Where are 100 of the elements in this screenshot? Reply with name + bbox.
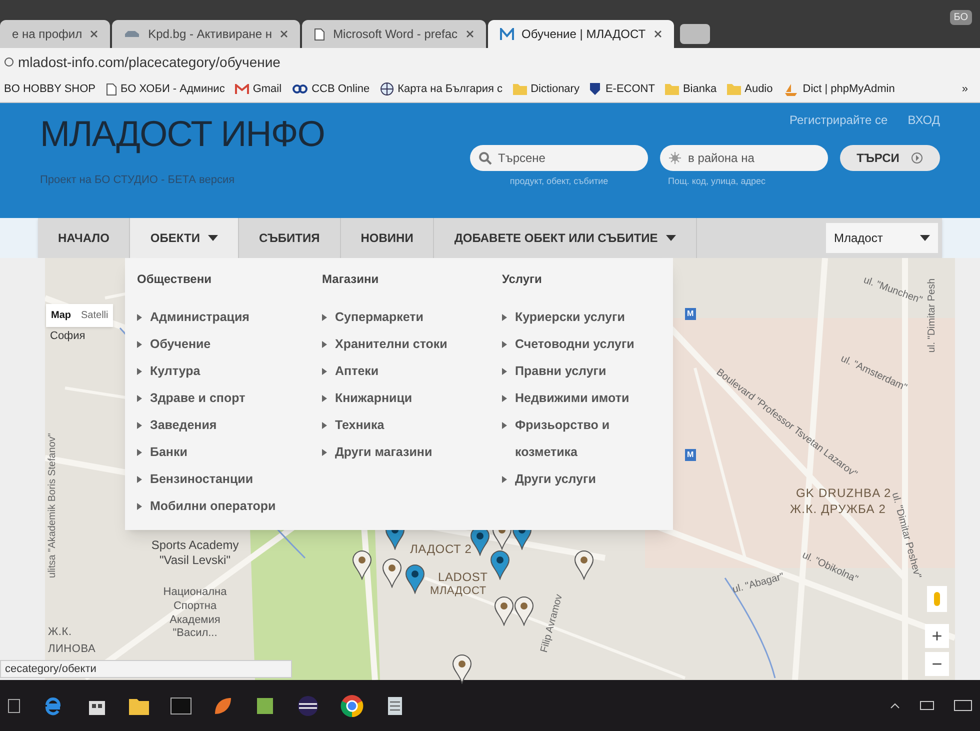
chevron-up-icon[interactable] <box>890 702 900 708</box>
map-label: Национална Спортна Академия "Васил... <box>162 586 228 641</box>
bullet-icon <box>137 476 142 483</box>
browser-tab[interactable]: Kpd.bg - Активиране н <box>112 20 300 48</box>
site-subtitle: Проект на БО СТУДИО - БЕТА версия <box>40 173 236 188</box>
search-button[interactable]: ТЪРСИ <box>840 145 940 171</box>
menu-item[interactable]: Аптеки <box>335 358 487 385</box>
menu-item[interactable]: Култура <box>150 358 302 385</box>
bullet-icon <box>137 368 142 375</box>
map-pin-icon[interactable] <box>382 558 402 588</box>
bullet-icon <box>502 341 507 348</box>
menu-item[interactable]: Супермаркети <box>335 304 487 331</box>
bullet-icon <box>137 422 142 429</box>
map-pin-icon[interactable] <box>514 596 534 626</box>
bullet-icon <box>137 314 142 321</box>
map-label: ul. "Dimitar Pesh <box>926 278 939 353</box>
bookmark-link[interactable]: БО ХОБИ - Админис <box>106 80 225 98</box>
close-icon[interactable] <box>90 30 98 38</box>
bullet-icon <box>322 449 327 456</box>
bookmark-link[interactable]: BO HOBBY SHOP <box>4 80 96 98</box>
bullet-icon <box>322 341 327 348</box>
metro-icon: M <box>685 449 696 461</box>
menu-heading: Услуги <box>502 271 543 288</box>
folder-icon <box>664 83 679 95</box>
bookmark-link[interactable]: Карта на България с <box>380 80 503 98</box>
map-label: Filip Avramov <box>538 592 566 654</box>
bullet-icon <box>322 422 327 429</box>
map-type-tab[interactable]: Map <box>46 304 76 327</box>
map-label: ul. "Abagar" <box>730 570 786 598</box>
menu-item[interactable]: Бензиностанции <box>150 466 302 493</box>
site-title[interactable]: МЛАДОСТ ИНФО <box>40 111 324 156</box>
sailboat-icon <box>782 82 799 96</box>
menu-heading: Магазини <box>322 271 380 288</box>
menu-item[interactable]: Хранителни стоки <box>335 331 487 358</box>
district-select[interactable]: Младост <box>826 223 938 253</box>
page-icon <box>314 28 326 40</box>
close-icon[interactable] <box>466 30 474 38</box>
bullet-icon <box>502 395 507 402</box>
sun-icon <box>669 152 681 164</box>
menu-item[interactable]: Други магазини <box>335 439 487 466</box>
menu-item[interactable]: Книжарници <box>335 385 487 412</box>
chrome-icon[interactable] <box>340 694 364 718</box>
map-label: ЛАДОСТ 2 <box>410 541 472 558</box>
menu-item[interactable]: Техника <box>335 412 487 439</box>
menu-item[interactable]: Заведения <box>150 412 302 439</box>
bookmark-link[interactable]: Gmail <box>234 80 282 98</box>
map-label: Sports Academy "Vasil Levski" <box>150 538 240 568</box>
bullet-icon <box>137 395 142 402</box>
map-label: GK DRUZHBA 2 <box>796 485 892 502</box>
browser-tab[interactable]: е на профил <box>0 20 110 48</box>
menu-item[interactable]: Мобилни оператори <box>150 493 302 520</box>
zoom-in-button[interactable]: + <box>925 624 949 648</box>
menu-item[interactable]: Куриерски услуги <box>515 304 667 331</box>
bookmark-link[interactable]: Bianka <box>664 80 717 98</box>
search-field[interactable]: Търсене <box>470 145 648 171</box>
menu-item[interactable]: Фризьорство и козметика <box>515 412 667 466</box>
search-hint: продукт, обект, събитие <box>510 175 608 188</box>
caret-icon <box>920 235 930 241</box>
nav-tab[interactable]: ОБЕКТИ <box>130 218 239 258</box>
menu-item[interactable]: Други услуги <box>515 466 667 493</box>
map-label: Ж.К. ДРУЖБА 2 <box>790 501 886 518</box>
more-bookmarks-button[interactable]: » <box>962 80 976 98</box>
bullet-icon <box>137 449 142 456</box>
map-type-tab[interactable]: Satelli <box>76 304 114 327</box>
browser-tab[interactable]: Обучение | МЛАДОСТ <box>488 20 674 48</box>
map-pin-icon[interactable] <box>352 550 372 580</box>
location-hint: Пощ. код, улица, адрес <box>667 175 766 188</box>
shield-icon <box>589 82 602 96</box>
bookmark-link[interactable]: Audio <box>726 80 773 98</box>
bookmark-link[interactable]: Dict | phpMyAdmin <box>782 80 895 98</box>
search-icon <box>478 151 492 165</box>
location-field[interactable]: в района на <box>660 145 828 171</box>
menu-item[interactable]: Администрация <box>150 304 302 331</box>
menu-heading: Обществени <box>137 271 212 288</box>
zoom-out-button[interactable]: − <box>925 652 949 676</box>
terminal-icon[interactable] <box>170 696 192 716</box>
menu-item[interactable]: Правни услуги <box>515 358 667 385</box>
bookmark-link[interactable]: CCB Online <box>292 80 370 98</box>
close-icon[interactable] <box>280 30 288 38</box>
bullet-icon <box>322 368 327 375</box>
map-label: МЛАДОСТ <box>430 584 486 599</box>
menu-item[interactable]: Обучение <box>150 331 302 358</box>
browser-tab[interactable]: Microsoft Word - prefac <box>302 20 486 48</box>
menu-item[interactable]: Здраве и спорт <box>150 385 302 412</box>
map-pin-icon[interactable] <box>574 550 594 580</box>
map-pin-icon[interactable] <box>490 550 510 580</box>
status-bar: cecategory/обекти <box>0 660 292 678</box>
map-pin-icon[interactable] <box>494 596 514 626</box>
map-pin-icon[interactable] <box>405 564 425 594</box>
bookmark-link[interactable]: Dictionary <box>512 80 580 98</box>
bookmark-link[interactable]: E-ECONT <box>589 80 655 98</box>
menu-item[interactable]: Недвижими имоти <box>515 385 667 412</box>
menu-item[interactable]: Счетоводни услуги <box>515 331 667 358</box>
bullet-icon <box>502 314 507 321</box>
close-icon[interactable] <box>654 30 662 38</box>
task-view-icon[interactable] <box>8 698 20 712</box>
menu-item[interactable]: Банки <box>150 439 302 466</box>
new-tab-button[interactable] <box>680 24 710 44</box>
bullet-icon <box>502 422 507 429</box>
map-pin-icon[interactable] <box>452 654 472 684</box>
